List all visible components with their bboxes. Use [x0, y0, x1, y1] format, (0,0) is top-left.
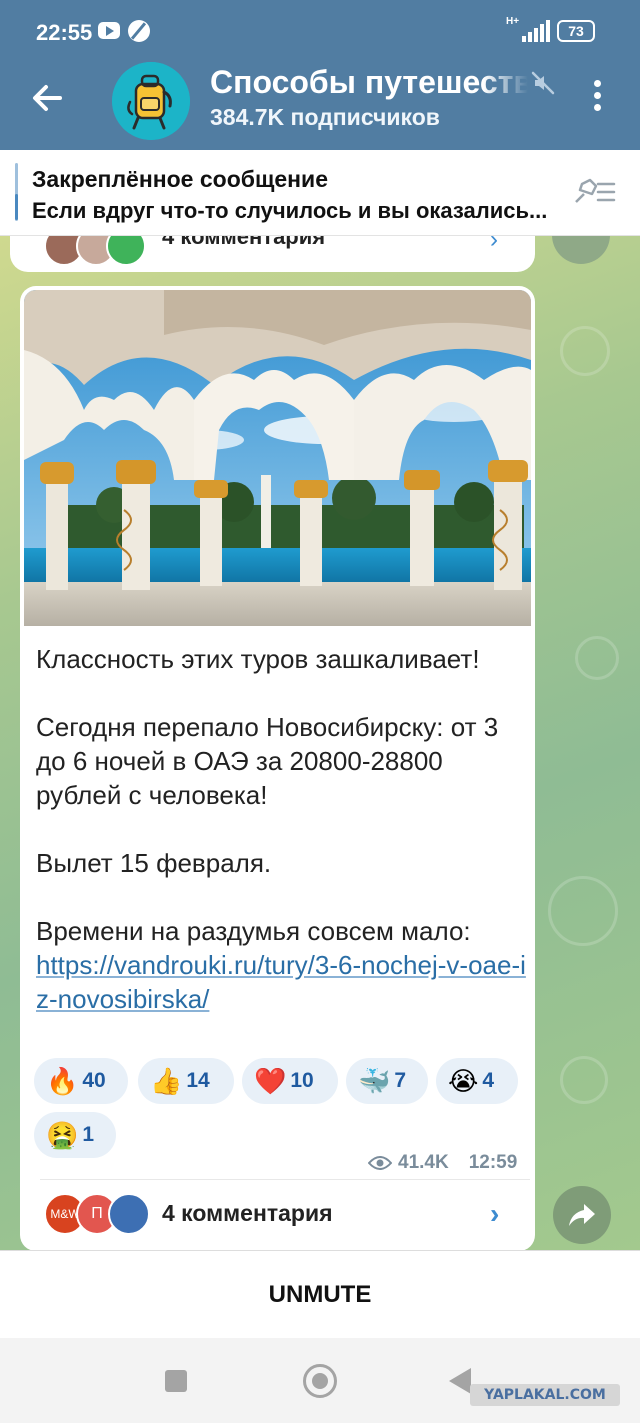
arrow-left-icon — [33, 85, 62, 111]
crying-face-icon: 😭 — [448, 1065, 479, 1096]
signal-icon — [522, 20, 552, 42]
reaction-count: 7 — [394, 1069, 407, 1092]
channel-avatar[interactable] — [112, 62, 190, 140]
pinned-title: Закреплённое сообщение — [32, 166, 328, 192]
reaction-thumbs-up[interactable]: 👍 14 — [138, 1058, 234, 1104]
dot-icon — [593, 104, 601, 111]
channel-title[interactable]: Способы путешествовать — [210, 64, 528, 101]
whale-icon: 🐳 — [358, 1065, 391, 1096]
share-button[interactable] — [553, 1186, 611, 1244]
reaction-count: 40 — [82, 1069, 106, 1092]
mosque-arches-photo — [24, 290, 531, 626]
status-time: 22:55 — [36, 20, 93, 45]
back-nav-button[interactable] — [449, 1368, 471, 1394]
dot-icon — [593, 92, 601, 99]
post-text: Классность этих туров зашкаливает! Сегод… — [36, 642, 528, 1016]
home-button[interactable] — [303, 1364, 337, 1398]
share-button[interactable] — [552, 236, 610, 264]
subscriber-count: 384.7K подписчиков — [210, 104, 440, 130]
more-menu-button[interactable] — [584, 80, 610, 120]
vomiting-face-icon: 🤮 — [46, 1119, 79, 1150]
background-doodle — [560, 326, 610, 376]
pinned-text: Если вдруг что-то случилось и вы оказали… — [32, 198, 548, 223]
previous-comments-label[interactable]: 4 комментария — [162, 236, 325, 250]
backpack-logo-icon — [112, 62, 190, 140]
fire-icon: 🔥 — [46, 1065, 79, 1096]
post-paragraph: Времени на раздумья совсем мало: — [36, 916, 471, 946]
post-meta: 41.4K 12:59 — [368, 1152, 517, 1174]
background-doodle — [575, 636, 619, 680]
view-count: 41.4K — [398, 1152, 449, 1173]
chevron-right-icon: › — [490, 236, 498, 253]
battery-icon: 73 — [557, 20, 595, 42]
dnd-notification-icon — [128, 20, 150, 42]
recents-button[interactable] — [165, 1370, 187, 1392]
thumbs-up-icon: 👍 — [150, 1065, 183, 1096]
pinned-indicator-active — [15, 194, 18, 220]
reaction-heart[interactable]: ❤️ 10 — [242, 1058, 338, 1104]
post-photo[interactable] — [24, 290, 531, 626]
post-link[interactable]: https://vandrouki.ru/tury/3-6-nochej-v-o… — [36, 948, 528, 1016]
heart-icon: ❤️ — [254, 1065, 287, 1096]
share-arrow-icon — [569, 1204, 595, 1226]
reaction-fire[interactable]: 🔥 40 — [34, 1058, 128, 1104]
reaction-whale[interactable]: 🐳 7 — [346, 1058, 428, 1104]
unmute-label: UNMUTE — [268, 1281, 372, 1308]
unmute-button[interactable]: UNMUTE — [0, 1250, 640, 1338]
reaction-count: 10 — [290, 1069, 314, 1092]
reaction-vomiting[interactable]: 🤮 1 — [34, 1112, 116, 1158]
network-type: H+ — [506, 16, 520, 27]
top-bar: 22:55 H+ 73 Способы путешествовать 384.7… — [0, 0, 640, 150]
reaction-count: 14 — [186, 1069, 210, 1092]
reaction-count: 4 — [482, 1069, 495, 1092]
channel-post: Классность этих туров зашкаливает! Сегод… — [20, 286, 535, 1250]
back-button[interactable] — [26, 78, 70, 118]
post-paragraph: Сегодня перепало Новосибирску: от 3 до 6… — [36, 712, 499, 810]
chevron-right-icon: › — [490, 1198, 500, 1229]
reaction-crying[interactable]: 😭 4 — [436, 1058, 518, 1104]
youtube-notification-icon — [98, 22, 120, 39]
comments-label: 4 комментария — [162, 1200, 333, 1226]
dot-icon — [593, 80, 601, 87]
watermark: YAPLAKAL.COM — [470, 1384, 620, 1406]
chat-area: 4 комментария › Классность этих туров за… — [0, 236, 640, 1250]
reaction-count: 1 — [82, 1123, 95, 1146]
background-doodle — [560, 1056, 608, 1104]
background-doodle — [548, 876, 618, 946]
muted-speaker-icon — [531, 71, 555, 95]
pinned-list-icon[interactable] — [570, 176, 618, 208]
post-paragraph: Вылет 15 февраля. — [36, 848, 272, 878]
system-nav-bar: YAPLAKAL.COM — [0, 1338, 640, 1423]
comments-button[interactable]: M&W П 4 комментария › — [20, 1180, 535, 1250]
comment-avatar — [108, 1193, 150, 1235]
post-paragraph: Классность этих туров зашкаливает! — [36, 644, 480, 674]
eye-icon — [368, 1156, 392, 1170]
post-time: 12:59 — [468, 1152, 518, 1173]
